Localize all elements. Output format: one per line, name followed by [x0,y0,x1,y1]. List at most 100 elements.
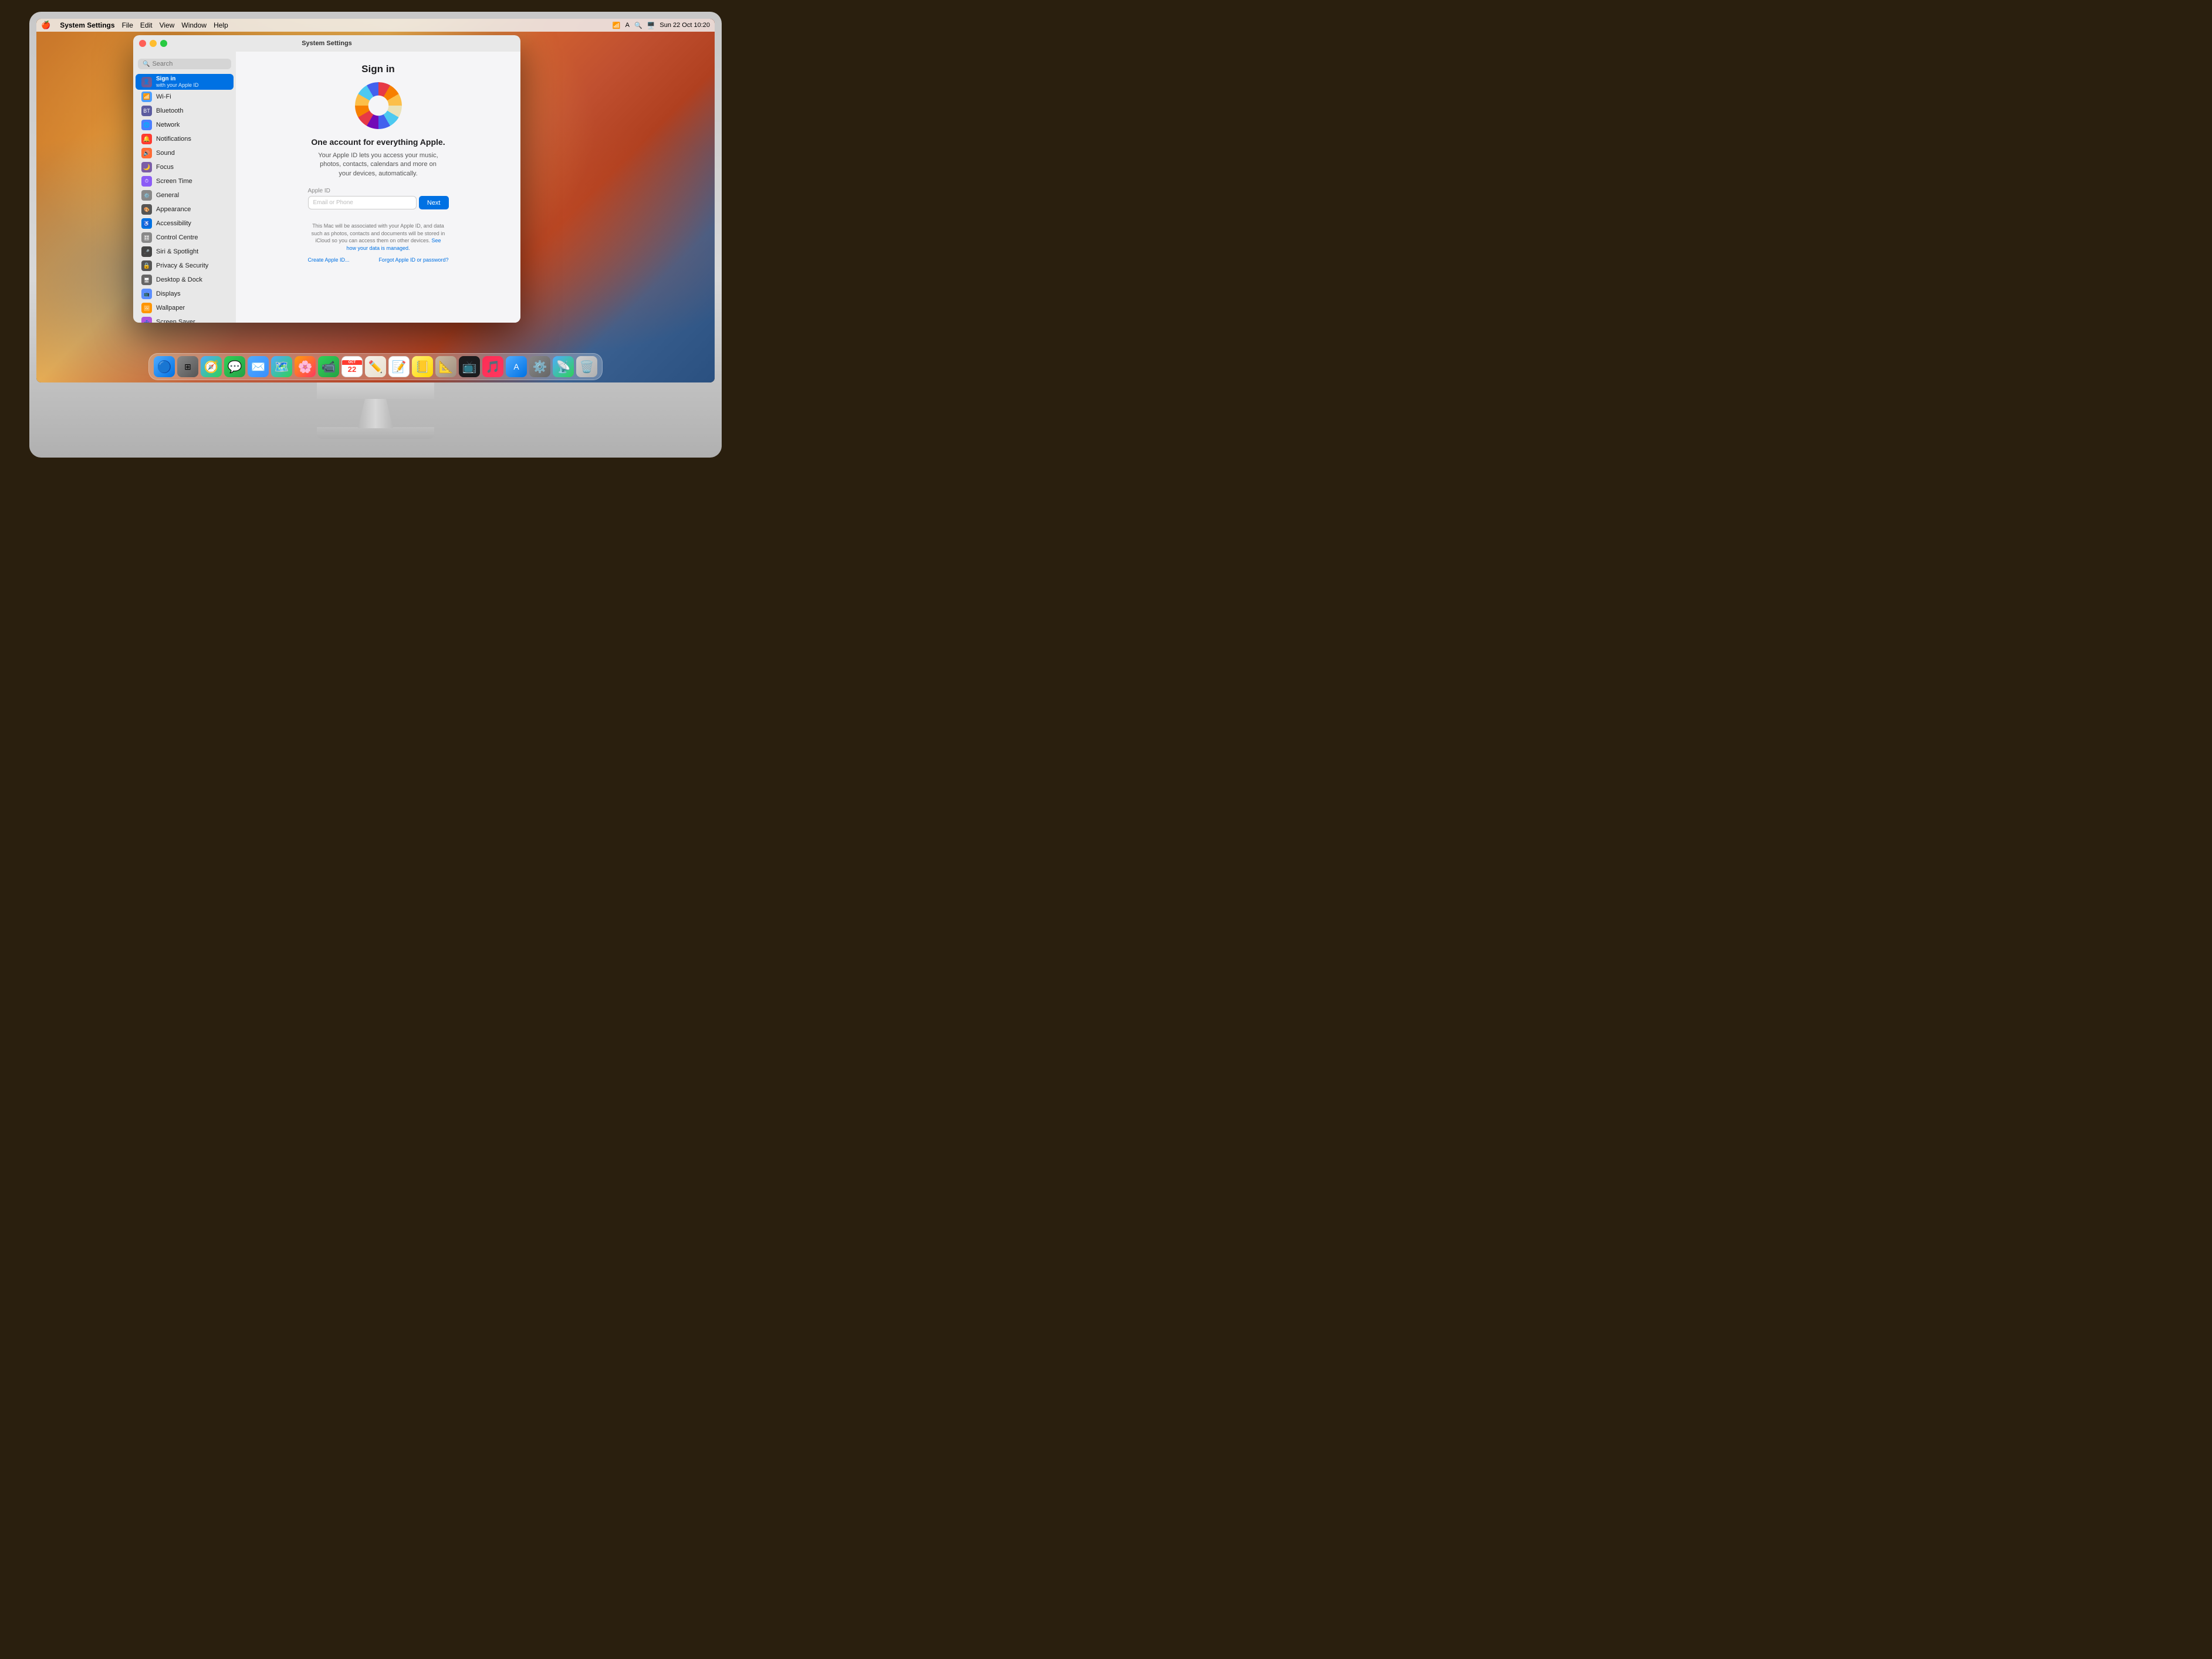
dock-item-photos[interactable]: 🌸 [295,356,316,377]
screensaver-icon: 💤 [141,317,152,323]
dock-item-reminders[interactable]: 📝 [388,356,410,377]
dock-item-safari[interactable]: 🧭 [201,356,222,377]
screen-menubar-icon[interactable]: 🖥️ [647,22,655,29]
desktop-background: 🍎 System Settings File Edit View Window … [36,19,715,382]
appleid-input-container: Apple ID Email or Phone Next [308,188,449,212]
dock-item-freeform[interactable]: ✏️ [365,356,386,377]
forgot-apple-id-link[interactable]: Forgot Apple ID or password? [378,257,448,263]
dock-item-maps[interactable]: 🗺️ [271,356,292,377]
sidebar-item-screentime[interactable]: ⏱ Screen Time [136,174,234,188]
sidebar-item-desktop[interactable]: 🖥 Desktop & Dock [136,273,234,287]
menu-view[interactable]: View [160,21,175,29]
sidebar-item-sound[interactable]: 🔊 Sound [136,146,234,160]
search-input[interactable] [152,60,226,67]
sidebar-item-bluetooth[interactable]: BT Bluetooth [136,104,234,118]
appearance-icon: 🎨 [141,204,152,215]
next-button[interactable]: Next [419,196,449,209]
dock-item-trash[interactable]: 🗑️ [576,356,597,377]
settings-window: System Settings 🔍 👤 [133,35,520,323]
sound-label: Sound [156,150,175,157]
general-icon: ⚙️ [141,190,152,201]
siri-icon: 🎤 [141,246,152,257]
accessibility-label: Accessibility [156,220,191,227]
bluetooth-icon: BT [141,106,152,116]
menu-help[interactable]: Help [214,21,228,29]
create-apple-id-link[interactable]: Create Apple ID... [308,257,350,263]
dock-item-freeform2[interactable]: 📐 [435,356,456,377]
network-label: Network [156,121,180,128]
wallpaper-label: Wallpaper [156,304,185,312]
apple-dots-circle [355,82,402,129]
dock-item-launchpad[interactable]: ⊞ [177,356,198,377]
menu-window[interactable]: Window [181,21,207,29]
signin-description: Your Apple ID lets you access your music… [314,151,443,178]
input-source-icon[interactable]: A [625,22,630,29]
desktop-label: Desktop & Dock [156,276,202,283]
search-box[interactable]: 🔍 [138,59,231,69]
search-menubar-icon[interactable]: 🔍 [634,22,642,29]
maximize-button[interactable] [160,40,167,47]
search-sidebar-icon: 🔍 [143,61,150,67]
dock-item-facetime[interactable]: 📹 [318,356,339,377]
screensaver-label: Screen Saver [156,319,195,323]
privacy-icon: 🔒 [141,260,152,271]
dock-item-notes[interactable]: 📒 [412,356,433,377]
signin-links-row: Create Apple ID... Forgot Apple ID or pa… [308,257,449,263]
sidebar-item-controlcentre[interactable]: 🎛 Control Centre [136,231,234,245]
focus-icon: 🌙 [141,162,152,172]
siri-label: Siri & Spotlight [156,248,198,255]
minimize-button[interactable] [150,40,157,47]
dock-item-mail[interactable]: ✉️ [248,356,269,377]
menubar: 🍎 System Settings File Edit View Window … [36,19,715,32]
wifi-menubar-icon[interactable]: 📶 [613,22,621,29]
dock-item-messages[interactable]: 💬 [224,356,245,377]
sidebar-item-siri[interactable]: 🎤 Siri & Spotlight [136,245,234,259]
dock-item-appstore[interactable]: A [506,356,527,377]
sidebar-item-focus[interactable]: 🌙 Focus [136,160,234,174]
desktop-icon: 🖥 [141,275,152,285]
dock-item-systemsettings[interactable]: ⚙️ [529,356,550,377]
menu-file[interactable]: File [122,21,133,29]
imac-chin [317,382,434,399]
wallpaper-icon: 🖼 [141,303,152,313]
dock-item-airdrop[interactable]: 📡 [553,356,574,377]
dock-item-appletv[interactable]: 📺 [459,356,480,377]
signin-label: Sign in [156,76,199,82]
sidebar-item-general[interactable]: ⚙️ General [136,188,234,202]
sidebar: 🔍 👤 Sign in with your Apple ID [133,52,236,323]
menubar-left: 🍎 System Settings File Edit View Window … [41,21,228,30]
menu-edit[interactable]: Edit [140,21,153,29]
dock-item-calendar[interactable]: OCT 22 [341,356,363,377]
sidebar-item-displays[interactable]: 📺 Displays [136,287,234,301]
sidebar-item-apple-id[interactable]: 👤 Sign in with your Apple ID [136,74,234,90]
sidebar-item-screensaver[interactable]: 💤 Screen Saver [136,315,234,323]
wifi-label: Wi-Fi [156,93,171,100]
accessibility-icon: ♿ [141,218,152,229]
sidebar-item-privacy[interactable]: 🔒 Privacy & Security [136,259,234,273]
notifications-icon: 🔔 [141,134,152,144]
dock-item-music[interactable]: 🎵 [482,356,503,377]
displays-icon: 📺 [141,289,152,299]
appleid-input-field[interactable]: Email or Phone [308,196,417,209]
sidebar-item-network[interactable]: 🌐 Network [136,118,234,132]
appleid-label: Apple ID [308,188,449,194]
sidebar-item-notifications[interactable]: 🔔 Notifications [136,132,234,146]
sidebar-item-appearance[interactable]: 🎨 Appearance [136,202,234,216]
controlcentre-icon: 🎛 [141,232,152,243]
apple-id-label-group: Sign in with your Apple ID [156,76,199,88]
apple-menu-icon[interactable]: 🍎 [41,21,50,30]
window-title: System Settings [302,40,352,47]
signin-note: This Mac will be associated with your Ap… [311,222,446,252]
imac-stand-neck [358,399,393,428]
signin-sublabel: with your Apple ID [156,82,199,88]
dock-item-finder[interactable]: 🔵 [154,356,175,377]
sidebar-item-wallpaper[interactable]: 🖼 Wallpaper [136,301,234,315]
input-field-row: Email or Phone Next [308,196,449,209]
sidebar-item-wifi[interactable]: 📶 Wi-Fi [136,90,234,104]
titlebar: System Settings [133,35,520,52]
appleid-placeholder: Email or Phone [313,199,353,206]
close-button[interactable] [139,40,146,47]
sound-icon: 🔊 [141,148,152,158]
sidebar-item-accessibility[interactable]: ♿ Accessibility [136,216,234,231]
appearance-label: Appearance [156,206,191,213]
